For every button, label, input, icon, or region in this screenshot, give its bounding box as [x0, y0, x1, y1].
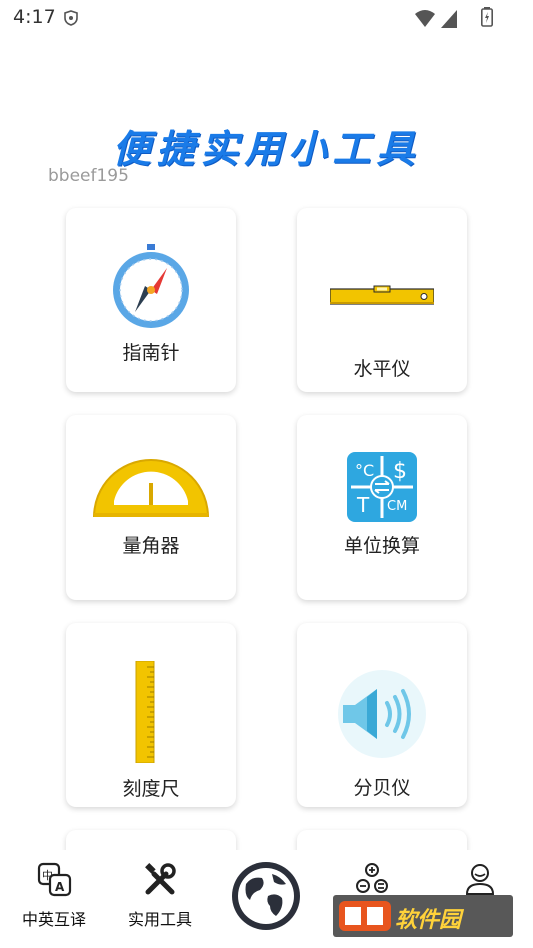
tool-label-unit-converter: 单位换算: [343, 535, 420, 557]
user-icon: [465, 864, 495, 895]
svg-text:CM: CM: [387, 499, 407, 514]
wifi-icon: [415, 10, 435, 27]
tool-card-decibel-meter[interactable]: 分贝仪: [297, 623, 467, 807]
watermark-text: 软件园: [395, 908, 462, 933]
ruler-icon: [135, 661, 155, 763]
tool-label-compass: 指南针: [122, 342, 180, 364]
page-title: 便捷实用小工具: [112, 127, 421, 171]
nav-item-translate[interactable]: 中 A 中英互译: [14, 862, 94, 930]
translate-icon: 中 A: [37, 862, 72, 897]
tool-card-protractor[interactable]: 量角器: [66, 415, 236, 600]
tool-label-protractor: 量角器: [122, 535, 180, 557]
protractor-icon: [93, 459, 209, 518]
svg-text:$: $: [393, 459, 407, 484]
tool-card-ruler[interactable]: 刻度尺: [66, 623, 236, 807]
cell-signal-icon: [441, 10, 457, 28]
username-label: bbeef195: [48, 166, 129, 186]
tool-label-ruler: 刻度尺: [122, 778, 180, 800]
shield-icon: [64, 10, 78, 30]
svg-text:A: A: [55, 880, 65, 894]
globe-icon: [238, 868, 294, 924]
status-time: 4:17: [13, 6, 56, 28]
tool-label-spirit-level: 水平仪: [353, 358, 411, 380]
battery-icon: [481, 7, 493, 31]
watermark: 软件园: [333, 895, 513, 937]
nav-item-tools[interactable]: 实用工具: [120, 862, 200, 930]
unit-converter-icon: °C $ T CM: [347, 452, 417, 522]
svg-text:°C: °C: [355, 461, 374, 480]
tool-card-spirit-level[interactable]: 水平仪: [297, 208, 467, 392]
nav-label-tools: 实用工具: [127, 910, 192, 929]
svg-text:T: T: [356, 493, 370, 517]
nav-label-translate: 中英互译: [21, 910, 86, 929]
tool-card-unit-converter[interactable]: °C $ T CM 单位换算: [297, 415, 467, 600]
tools-icon: [145, 863, 176, 895]
watermark-logo-icon: [339, 901, 391, 931]
svg-text:中: 中: [42, 869, 53, 882]
spirit-level-icon: [330, 285, 434, 305]
status-bar: 4:17: [0, 0, 533, 36]
tool-card-compass[interactable]: 指南针: [66, 208, 236, 392]
speaker-icon: [338, 670, 426, 758]
compass-icon: [113, 244, 189, 328]
formula-icon: [356, 863, 388, 893]
tool-label-decibel-meter: 分贝仪: [353, 777, 411, 799]
nav-item-globe[interactable]: [232, 862, 300, 930]
